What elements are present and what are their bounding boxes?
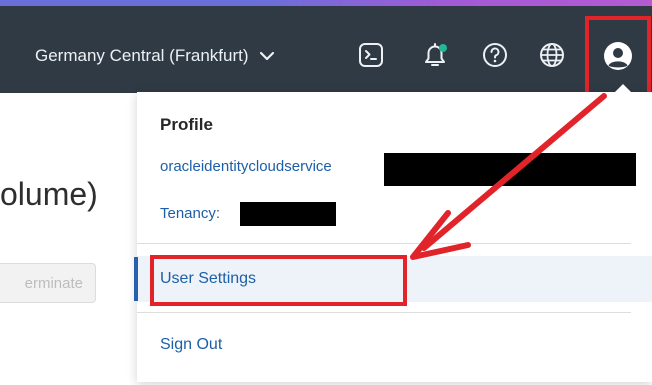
cloud-shell-icon	[359, 43, 383, 67]
page-title: olume)	[0, 176, 98, 212]
active-item-indicator	[134, 257, 138, 301]
redacted-username	[384, 153, 636, 186]
bell-icon	[425, 43, 447, 66]
redacted-tenancy	[240, 202, 336, 226]
tenancy-link[interactable]: Tenancy:	[160, 205, 220, 222]
profile-icon	[604, 42, 632, 70]
sign-out-item[interactable]: Sign Out	[137, 322, 652, 368]
menu-divider	[137, 312, 631, 313]
help-button[interactable]	[481, 41, 509, 69]
help-icon	[483, 43, 507, 67]
globe-icon	[540, 43, 564, 67]
terminate-label: erminate	[24, 274, 83, 292]
username-link[interactable]: oracleidentitycloudservice	[160, 158, 332, 175]
region-selector[interactable]: Germany Central (Frankfurt)	[35, 41, 275, 71]
terminate-button[interactable]: erminate	[0, 263, 96, 303]
region-label: Germany Central (Frankfurt)	[35, 46, 249, 65]
language-button[interactable]	[538, 41, 566, 69]
user-settings-label: User Settings	[160, 270, 257, 287]
profile-heading: Profile	[160, 115, 213, 134]
menu-divider	[137, 243, 631, 244]
chevron-down-icon	[259, 51, 274, 61]
sign-out-label: Sign Out	[160, 336, 223, 353]
notification-dot	[439, 44, 447, 52]
notifications-button[interactable]	[421, 41, 449, 69]
cloud-shell-button[interactable]	[357, 41, 385, 69]
dropdown-caret	[614, 84, 632, 93]
user-settings-item[interactable]: User Settings	[137, 256, 652, 302]
